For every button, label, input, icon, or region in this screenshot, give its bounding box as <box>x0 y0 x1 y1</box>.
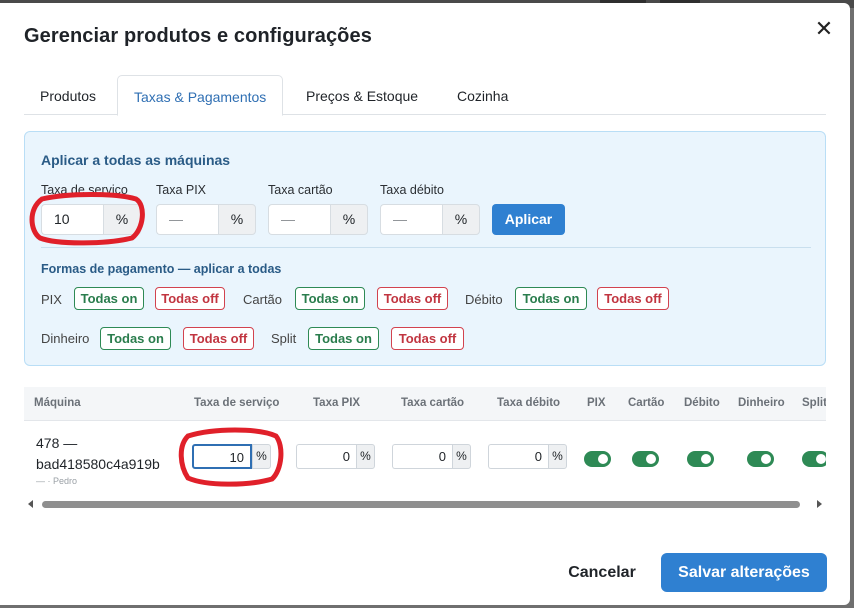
payment-label-split: Split <box>271 331 297 346</box>
pix-fee-group: — % <box>156 204 256 235</box>
dialog-title: Gerenciar produtos e configurações <box>24 25 372 47</box>
close-icon[interactable]: ✕ <box>812 17 836 41</box>
percent-suffix: % <box>356 444 375 469</box>
scroll-right-icon[interactable] <box>817 500 822 508</box>
machine-id: 478 — <box>36 435 78 451</box>
percent-suffix: % <box>103 204 141 235</box>
card-fee-input[interactable]: — <box>268 204 330 235</box>
table-header: Máquina Taxa de serviço Taxa PIX Taxa ca… <box>24 387 826 421</box>
scrollbar-thumb[interactable] <box>42 501 800 508</box>
debit-fee-group: — % <box>380 204 480 235</box>
percent-suffix: % <box>252 444 271 469</box>
column-header-cartao: Cartão <box>628 397 665 409</box>
column-header-taxa-debito: Taxa débito <box>497 397 561 409</box>
column-header-dinheiro: Dinheiro <box>738 397 785 409</box>
tab-taxas-pagamentos[interactable]: Taxas & Pagamentos <box>117 75 284 116</box>
panel-divider <box>41 247 811 248</box>
table-horizontal-scrollbar[interactable] <box>24 497 826 511</box>
apply-all-panel: Aplicar a todas as máquinas Taxa de serv… <box>24 131 826 366</box>
column-header-taxa-cartao: Taxa cartão <box>401 397 465 409</box>
pix-all-off-button[interactable]: Todas off <box>155 287 225 310</box>
row-service-fee-input[interactable]: 10 <box>192 444 252 469</box>
column-header-maquina: Máquina <box>34 397 81 409</box>
pix-all-on-button[interactable]: Todas on <box>74 287 144 310</box>
tab-produtos[interactable]: Produtos <box>24 75 112 115</box>
dinheiro-all-off-button[interactable]: Todas off <box>183 327 254 350</box>
row-service-fee-group: 10 % <box>192 444 271 469</box>
percent-suffix: % <box>330 204 368 235</box>
payment-label-debito: Débito <box>465 292 503 307</box>
column-header-split: Split <box>802 397 826 409</box>
column-header-pix: PIX <box>587 397 606 409</box>
card-fee-group: — % <box>268 204 368 235</box>
service-fee-group: 10 % <box>41 204 141 235</box>
dinheiro-all-on-button[interactable]: Todas on <box>100 327 171 350</box>
cancel-button[interactable]: Cancelar <box>556 554 648 592</box>
row-debit-fee-group: 0 % <box>488 444 567 469</box>
row-card-fee-group: 0 % <box>392 444 471 469</box>
service-fee-label: Taxa de serviço <box>41 183 128 197</box>
column-header-taxa-servico: Taxa de serviço <box>194 397 280 409</box>
cartao-all-on-button[interactable]: Todas on <box>295 287 365 310</box>
apply-all-title: Aplicar a todas as máquinas <box>41 152 231 168</box>
debito-all-off-button[interactable]: Todas off <box>597 287 669 310</box>
split-toggle[interactable] <box>802 451 826 467</box>
save-changes-button[interactable]: Salvar alterações <box>661 553 827 592</box>
debit-fee-input[interactable]: — <box>380 204 442 235</box>
payment-label-cartao: Cartão <box>243 292 283 307</box>
apply-button[interactable]: Aplicar <box>492 204 565 235</box>
tab-cozinha[interactable]: Cozinha <box>441 75 524 115</box>
percent-suffix: % <box>548 444 567 469</box>
payment-label-pix: PIX <box>41 292 62 307</box>
row-debit-fee-input[interactable]: 0 <box>488 444 548 469</box>
scroll-left-icon[interactable] <box>28 500 33 508</box>
debito-all-on-button[interactable]: Todas on <box>515 287 587 310</box>
cartao-toggle[interactable] <box>632 451 659 467</box>
percent-suffix: % <box>442 204 480 235</box>
split-all-off-button[interactable]: Todas off <box>391 327 464 350</box>
payments-title: Formas de pagamento — aplicar a todas <box>41 262 282 276</box>
row-pix-fee-group: 0 % <box>296 444 375 469</box>
machine-name: 478 — bad418580c4a919b <box>36 433 160 475</box>
payment-label-dinheiro: Dinheiro <box>41 331 90 346</box>
dinheiro-toggle[interactable] <box>747 451 774 467</box>
tab-precos-estoque[interactable]: Preços & Estoque <box>290 75 434 115</box>
column-header-taxa-pix: Taxa PIX <box>313 397 361 409</box>
tab-bar: Produtos Taxas & Pagamentos Preços & Est… <box>24 75 826 116</box>
card-fee-label: Taxa cartão <box>268 183 333 197</box>
debit-fee-label: Taxa débito <box>380 183 444 197</box>
manage-dialog: Gerenciar produtos e configurações ✕ Pro… <box>0 3 850 605</box>
pix-fee-input[interactable]: — <box>156 204 218 235</box>
pix-toggle[interactable] <box>584 451 611 467</box>
percent-suffix: % <box>452 444 471 469</box>
machine-operator: — · Pedro <box>36 476 78 486</box>
debito-toggle[interactable] <box>687 451 714 467</box>
machine-serial: bad418580c4a919b <box>36 456 160 472</box>
pix-fee-label: Taxa PIX <box>156 183 207 197</box>
row-pix-fee-input[interactable]: 0 <box>296 444 356 469</box>
percent-suffix: % <box>218 204 256 235</box>
column-header-debito: Débito <box>684 397 720 409</box>
row-card-fee-input[interactable]: 0 <box>392 444 452 469</box>
service-fee-input[interactable]: 10 <box>41 204 103 235</box>
machines-table: Máquina Taxa de serviço Taxa PIX Taxa ca… <box>24 387 826 515</box>
split-all-on-button[interactable]: Todas on <box>308 327 379 350</box>
cartao-all-off-button[interactable]: Todas off <box>377 287 448 310</box>
